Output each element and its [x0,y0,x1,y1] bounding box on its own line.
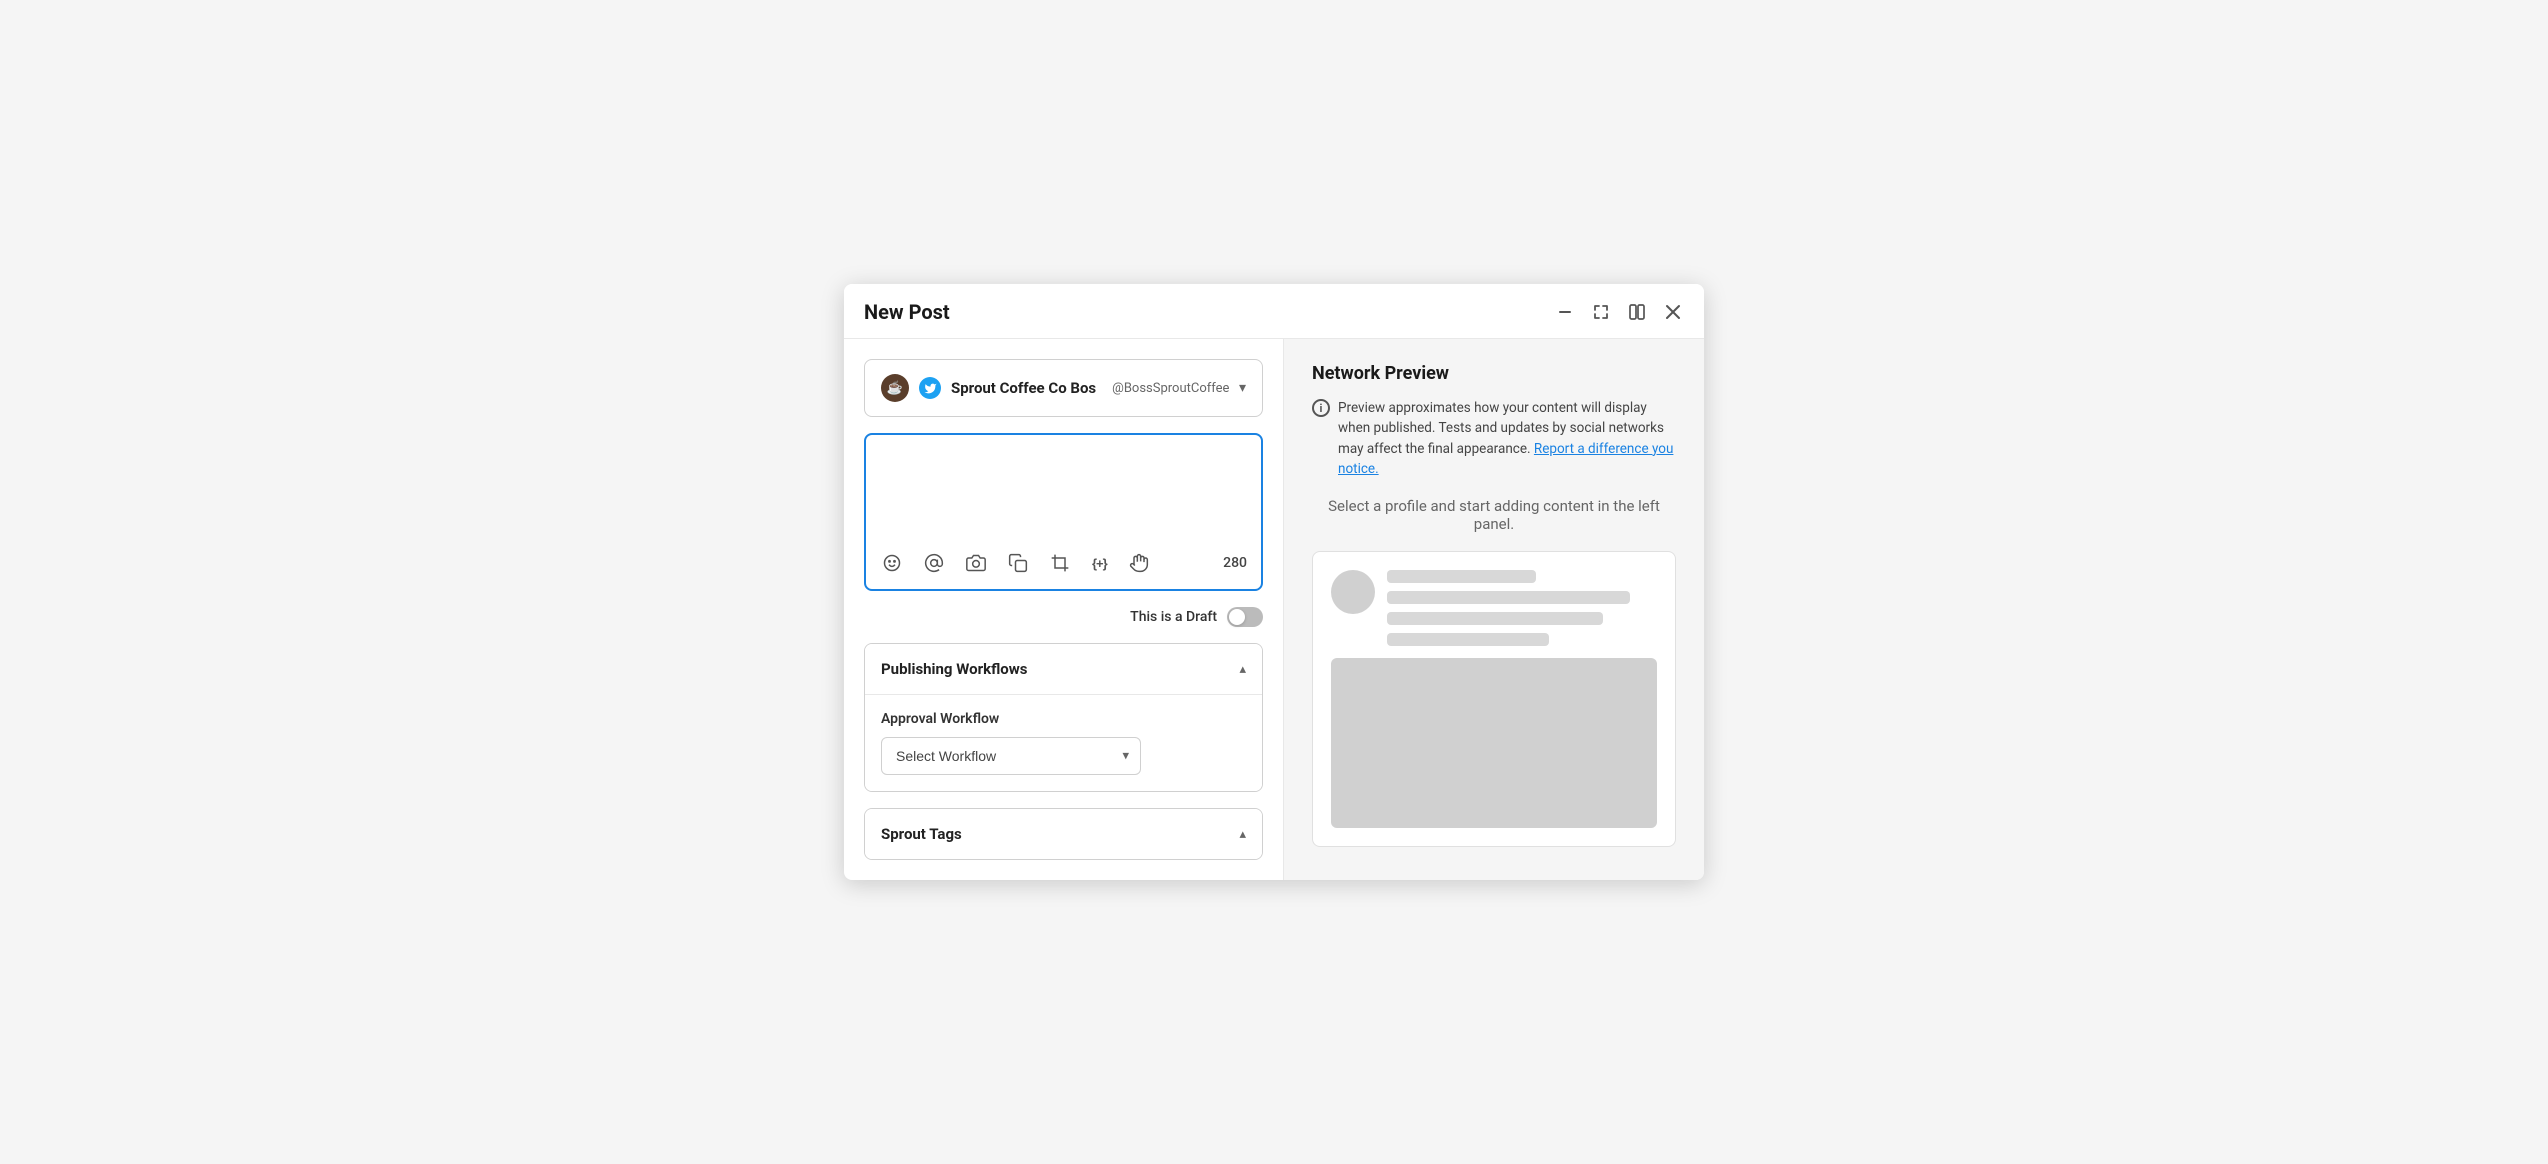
camera-button[interactable] [964,551,988,575]
close-button[interactable] [1662,301,1684,323]
publishing-workflows-header[interactable]: Publishing Workflows ▴ [865,644,1262,694]
profile-name: Sprout Coffee Co Bos [951,379,1096,397]
minimize-button[interactable] [1554,301,1576,323]
publishing-workflows-body: Approval Workflow Select Workflow ▾ [865,694,1262,791]
profile-selector[interactable]: ☕ Sprout Coffee Co Bos @BossSproutCoffee… [864,359,1263,417]
workflow-select[interactable]: Select Workflow [881,737,1141,775]
text-editor: {+} 280 [864,433,1263,591]
modal-header-actions [1554,301,1684,323]
modal-title: New Post [864,300,950,324]
modal-header: New Post [844,284,1704,339]
draft-label: This is a Draft [1130,609,1217,625]
toolbar-icons: {+} [880,551,1151,575]
profile-coffee-icon: ☕ [887,381,903,396]
preview-line-1 [1387,570,1536,583]
code-button[interactable]: {+} [1090,554,1109,573]
preview-line-2 [1387,591,1630,604]
editor-toolbar: {+} 280 [880,551,1247,575]
preview-info-text: Preview approximates how your content wi… [1338,398,1676,479]
tile-button[interactable] [1626,301,1648,323]
sprout-tags-chevron-icon: ▴ [1239,827,1246,842]
char-count: 280 [1223,555,1247,571]
preview-info-row: i Preview approximates how your content … [1312,398,1676,479]
info-icon: i [1312,399,1330,417]
workflow-select-wrapper: Select Workflow ▾ [881,737,1141,775]
preview-avatar-row [1331,570,1657,646]
twitter-icon [919,377,941,399]
sprout-tags-section: Sprout Tags ▴ [864,808,1263,860]
crop-button[interactable] [1048,551,1072,575]
publishing-workflows-title: Publishing Workflows [881,660,1027,678]
draft-row: This is a Draft [864,607,1263,627]
new-post-modal: New Post [844,284,1704,880]
profile-left: ☕ Sprout Coffee Co Bos @BossSproutCoffee [881,374,1229,402]
preview-image-placeholder [1331,658,1657,828]
post-content-input[interactable] [880,449,1247,539]
approval-workflow-label: Approval Workflow [881,711,1246,727]
left-panel: ☕ Sprout Coffee Co Bos @BossSproutCoffee… [844,339,1284,880]
publishing-workflows-chevron-icon: ▴ [1239,662,1246,677]
modal-body: ☕ Sprout Coffee Co Bos @BossSproutCoffee… [844,339,1704,880]
draft-toggle[interactable] [1227,607,1263,627]
mention-button[interactable] [922,551,946,575]
network-preview-title: Network Preview [1312,363,1676,384]
preview-line-3 [1387,612,1603,625]
right-panel: Network Preview i Preview approximates h… [1284,339,1704,880]
preview-lines [1387,570,1657,646]
expand-button[interactable] [1590,301,1612,323]
preview-placeholder-text: Select a profile and start adding conten… [1312,497,1676,533]
profile-icon: ☕ [881,374,909,402]
emoji-button[interactable] [880,551,904,575]
profile-handle: @BossSproutCoffee [1112,381,1229,396]
toggle-knob [1229,609,1245,625]
sprout-tags-title: Sprout Tags [881,825,962,843]
preview-avatar [1331,570,1375,614]
profile-chevron-icon: ▾ [1239,380,1246,396]
preview-line-4 [1387,633,1549,646]
hand-button[interactable] [1127,551,1151,575]
publishing-workflows-section: Publishing Workflows ▴ Approval Workflow… [864,643,1263,792]
sprout-tags-header[interactable]: Sprout Tags ▴ [865,809,1262,859]
preview-card [1312,551,1676,847]
copy-button[interactable] [1006,551,1030,575]
